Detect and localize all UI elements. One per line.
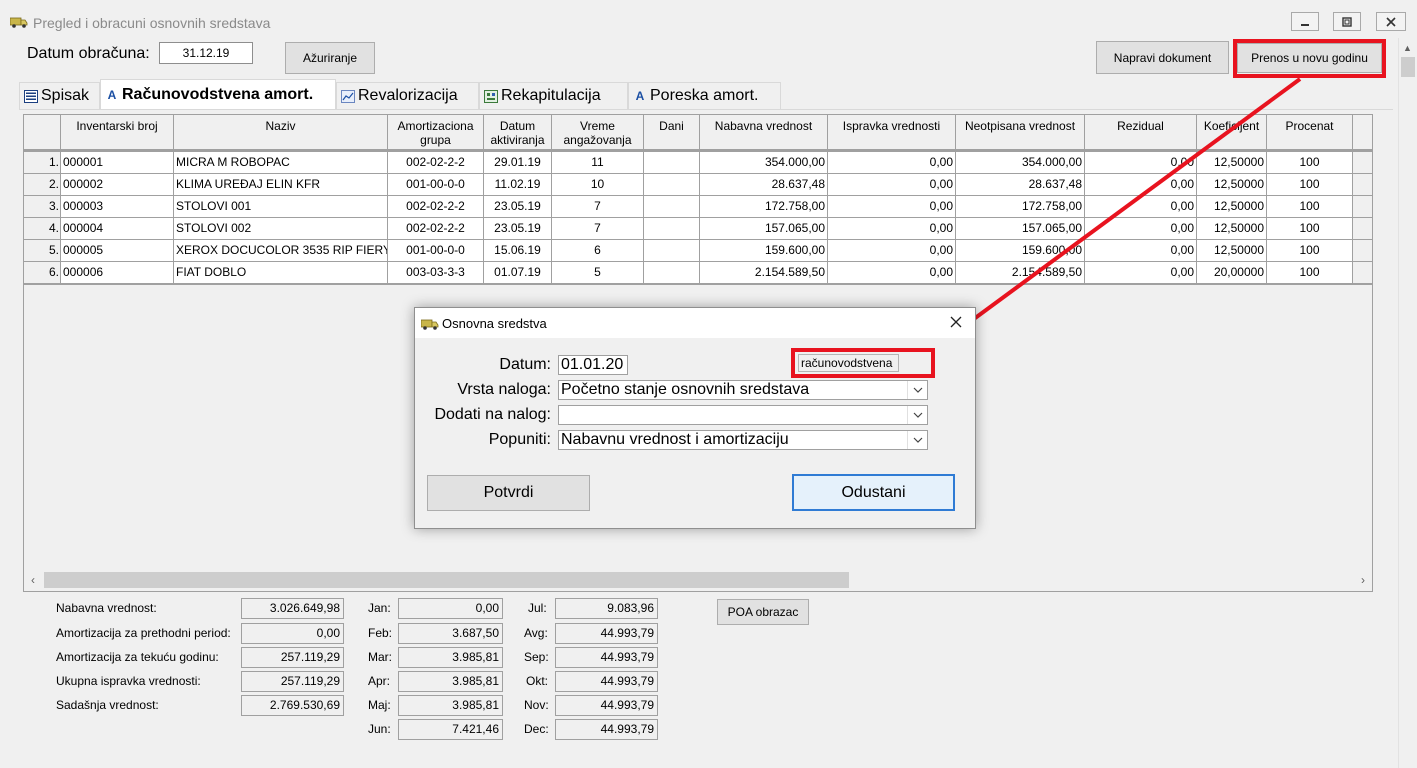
- popuniti-value: Nabavnu vrednost i amortizaciju: [561, 431, 789, 448]
- potvrdi-button[interactable]: Potvrdi: [427, 475, 590, 511]
- odustani-button[interactable]: Odustani: [792, 474, 955, 511]
- chevron-down-icon[interactable]: [907, 431, 927, 449]
- dialog-datum-input[interactable]: 01.01.20: [558, 355, 628, 375]
- popuniti-label: Popuniti:: [488, 431, 551, 448]
- dodati-na-nalog-label: Dodati na nalog:: [434, 406, 551, 423]
- close-icon: [950, 316, 962, 328]
- vrsta-naloga-select[interactable]: Početno stanje osnovnih sredstava: [558, 380, 928, 400]
- type-highlight-box: [791, 348, 935, 378]
- vrsta-naloga-value: Početno stanje osnovnih sredstava: [561, 381, 810, 398]
- vrsta-naloga-label: Vrsta naloga:: [457, 381, 551, 398]
- osnovna-sredstva-dialog: Osnovna sredstva Datum: 01.01.20 računov…: [414, 307, 976, 529]
- truck-icon: [421, 319, 439, 330]
- dialog-close-button[interactable]: [945, 311, 967, 333]
- dialog-title: Osnovna sredstva: [442, 316, 547, 331]
- dodati-na-nalog-select[interactable]: [558, 405, 928, 425]
- dialog-datum-label: Datum:: [499, 356, 551, 373]
- chevron-down-icon[interactable]: [907, 381, 927, 399]
- chevron-down-icon[interactable]: [907, 406, 927, 424]
- popuniti-select[interactable]: Nabavnu vrednost i amortizaciju: [558, 430, 928, 450]
